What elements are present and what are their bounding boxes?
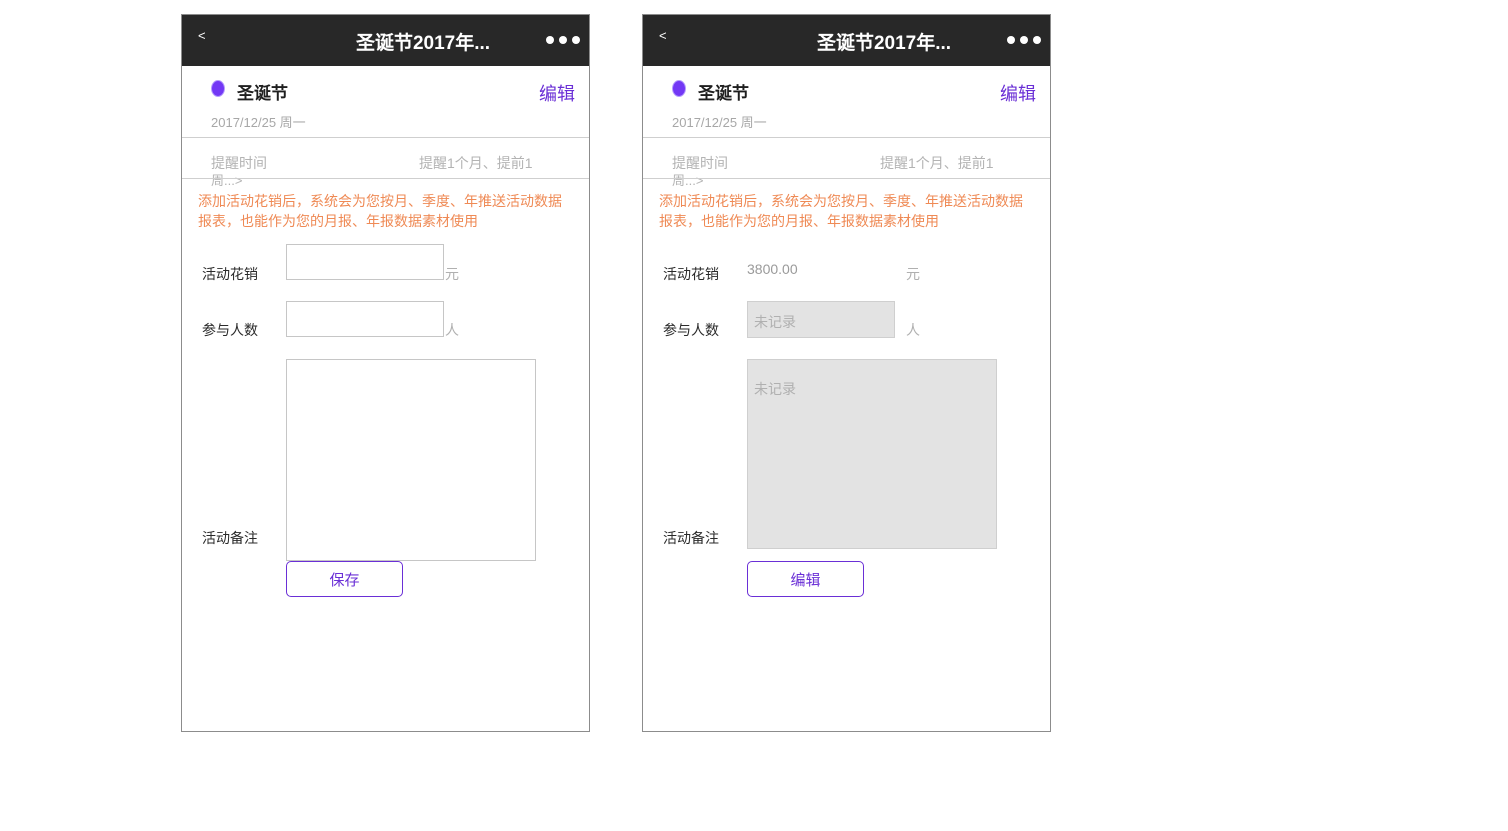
dot-icon — [559, 36, 567, 44]
notes-placeholder: 未记录 — [754, 381, 796, 397]
event-date: 2017/12/25 周一 — [672, 115, 767, 130]
divider — [182, 137, 589, 138]
page-title: 圣诞节2017年... — [816, 33, 952, 54]
spend-unit: 元 — [445, 266, 459, 282]
people-unit: 人 — [445, 322, 459, 338]
spend-input[interactable] — [286, 244, 444, 280]
dot-icon — [546, 36, 554, 44]
spend-value: 3800.00 — [747, 261, 798, 277]
phone-screen-edit: < 圣诞节2017年... 圣诞节 编辑 2017/12/25 周一 提醒时间 … — [181, 14, 590, 732]
edit-event-link[interactable]: 编辑 — [539, 80, 575, 106]
event-color-dot-icon — [211, 80, 225, 97]
people-unit: 人 — [906, 322, 920, 338]
event-date: 2017/12/25 周一 — [211, 115, 306, 130]
report-notice: 添加活动花销后，系统会为您按月、季度、年推送活动数据报表，也能作为您的月报、年报… — [659, 193, 1023, 229]
people-label: 参与人数 — [202, 322, 258, 338]
notes-field-disabled: 未记录 — [747, 359, 997, 549]
reminder-value-wrap[interactable]: 周...> — [672, 174, 703, 187]
spend-unit: 元 — [906, 266, 920, 282]
people-input[interactable] — [286, 301, 444, 337]
notes-textarea[interactable] — [286, 359, 536, 561]
dot-icon — [1020, 36, 1028, 44]
divider — [182, 178, 589, 179]
event-color-dot-icon — [672, 80, 686, 97]
more-dots-icon[interactable] — [1007, 36, 1041, 44]
reminder-label: 提醒时间 — [211, 155, 267, 171]
notes-label: 活动备注 — [663, 530, 719, 546]
report-notice: 添加活动花销后，系统会为您按月、季度、年推送活动数据报表，也能作为您的月报、年报… — [198, 193, 562, 229]
reminder-value[interactable]: 提醒1个月、提前1 — [880, 153, 994, 173]
divider — [643, 178, 1050, 179]
reminder-value[interactable]: 提醒1个月、提前1 — [419, 153, 533, 173]
save-button[interactable]: 保存 — [286, 561, 403, 597]
notes-label: 活动备注 — [202, 530, 258, 546]
phone-screen-saved: < 圣诞节2017年... 圣诞节 编辑 2017/12/25 周一 提醒时间 … — [642, 14, 1051, 732]
nav-bar: < 圣诞节2017年... — [182, 15, 589, 66]
reminder-value-wrap[interactable]: 周...> — [211, 174, 242, 187]
reminder-label: 提醒时间 — [672, 155, 728, 171]
dot-icon — [1007, 36, 1015, 44]
dot-icon — [1033, 36, 1041, 44]
divider — [643, 137, 1050, 138]
spend-label: 活动花销 — [663, 266, 719, 282]
dot-icon — [572, 36, 580, 44]
edit-event-link[interactable]: 编辑 — [1000, 80, 1036, 106]
spend-label: 活动花销 — [202, 266, 258, 282]
people-placeholder: 未记录 — [754, 314, 796, 330]
people-field-disabled: 未记录 — [747, 301, 895, 338]
page-title: 圣诞节2017年... — [355, 33, 491, 54]
people-label: 参与人数 — [663, 322, 719, 338]
event-name: 圣诞节 — [698, 84, 749, 103]
event-name: 圣诞节 — [237, 84, 288, 103]
edit-button[interactable]: 编辑 — [747, 561, 864, 597]
nav-bar: < 圣诞节2017年... — [643, 15, 1050, 66]
more-dots-icon[interactable] — [546, 36, 580, 44]
